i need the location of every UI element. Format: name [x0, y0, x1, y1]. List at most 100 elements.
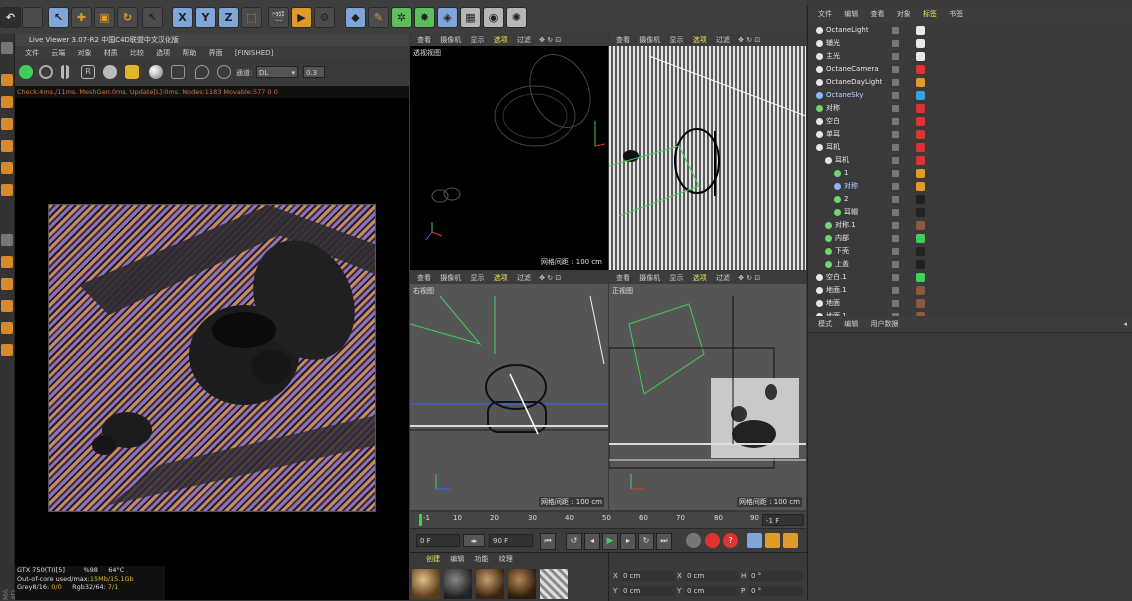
viewport-nav-icons[interactable]: ✥ ↻ ⊡ [539, 36, 561, 44]
rotate-tool-icon[interactable]: ↻ [117, 7, 138, 28]
visibility-toggle[interactable] [892, 209, 899, 216]
x-axis-icon[interactable]: X [172, 7, 193, 28]
viewport-right[interactable]: 查看 摄像机 显示 选项 过滤 ✥ ↻ ⊡ 右视图 网格间距 : 100 cm [410, 272, 608, 510]
attr-menu-userdata[interactable]: 用户数据 [870, 320, 898, 328]
key-move-icon[interactable] [747, 533, 762, 548]
texture-mode-icon[interactable] [1, 96, 13, 108]
pick-white-balance-icon[interactable] [217, 65, 231, 79]
deformer-icon[interactable]: ◈ [437, 7, 458, 28]
vp-menu-filter[interactable]: 过滤 [716, 274, 730, 282]
vp-menu-filter[interactable]: 过滤 [716, 36, 730, 44]
object-row[interactable]: 空白 [808, 115, 1132, 128]
cube-icon[interactable]: ◆ [345, 7, 366, 28]
next-frame-icon[interactable]: ▸ [620, 533, 636, 550]
scale-tool-icon[interactable]: ▣ [94, 7, 115, 28]
visibility-toggle[interactable] [892, 53, 899, 60]
vp-menu-options[interactable]: 选项 [494, 36, 508, 44]
mat-tab-edit[interactable]: 编辑 [450, 555, 464, 563]
z-axis-icon[interactable]: Z [218, 7, 239, 28]
attr-arrow-icon[interactable]: ◂ [1123, 316, 1127, 332]
paint-icon[interactable] [1, 344, 13, 356]
material-ball-icon[interactable] [149, 65, 163, 79]
viewport-nav-icons[interactable]: ✥ ↻ ⊡ [738, 274, 760, 282]
end-frame-field[interactable]: 90 F [489, 534, 533, 547]
vp-menu-camera[interactable]: 摄像机 [440, 274, 461, 282]
tag-icon[interactable] [916, 156, 925, 165]
clay-mode-icon[interactable] [171, 65, 185, 79]
camera-icon[interactable]: ◉ [483, 7, 504, 28]
om-menu-view[interactable]: 查看 [870, 10, 884, 18]
vp-menu-display[interactable]: 显示 [470, 274, 484, 282]
tag-icon[interactable] [916, 143, 925, 152]
tag-icon[interactable] [916, 78, 925, 87]
object-row[interactable]: 下壳 [808, 245, 1132, 258]
lock-icon[interactable] [125, 65, 139, 79]
object-row[interactable]: 内部 [808, 232, 1132, 245]
visibility-toggle[interactable] [892, 248, 899, 255]
visibility-toggle[interactable] [892, 144, 899, 151]
object-row[interactable]: 上盖 [808, 258, 1132, 271]
visibility-toggle[interactable] [892, 27, 899, 34]
attr-menu-edit[interactable]: 编辑 [844, 320, 858, 328]
pause-icon[interactable] [61, 65, 69, 79]
lv-menu-options[interactable]: 选项 [156, 49, 170, 57]
pen-icon[interactable]: ✎ [368, 7, 389, 28]
vp-menu-view[interactable]: 查看 [417, 36, 431, 44]
floor-icon[interactable]: ▦ [460, 7, 481, 28]
settings-gear-icon[interactable] [103, 65, 117, 79]
vp-menu-view[interactable]: 查看 [616, 36, 630, 44]
visibility-toggle[interactable] [892, 157, 899, 164]
mat-tab-create[interactable]: 创建 [426, 555, 440, 563]
current-frame-field[interactable]: -1 F [762, 514, 804, 526]
tag-icon[interactable] [916, 65, 925, 74]
material-swatch[interactable] [444, 569, 472, 599]
tag-icon[interactable] [916, 260, 925, 269]
record-icon[interactable] [705, 533, 720, 548]
pick-focus-icon[interactable] [195, 65, 209, 79]
viewport-top[interactable]: 查看 摄像机 显示 选项 过滤 ✥ ↻ ⊡ [609, 34, 806, 270]
object-row[interactable]: 耳机 [808, 141, 1132, 154]
object-row[interactable]: 对称.1 [808, 219, 1132, 232]
key-scale-icon[interactable] [765, 533, 780, 548]
tag-icon[interactable] [916, 299, 925, 308]
vp-menu-display[interactable]: 显示 [669, 36, 683, 44]
axis-mode-icon[interactable] [1, 184, 13, 196]
visibility-toggle[interactable] [892, 300, 899, 307]
go-to-end-icon[interactable]: ⏭ [656, 533, 672, 550]
mat-tab-texture[interactable]: 纹理 [499, 555, 513, 563]
timeline-ruler[interactable]: -1 10 20 30 40 50 60 70 80 90 -1 F [410, 512, 806, 528]
vp-menu-view[interactable]: 查看 [417, 274, 431, 282]
object-row[interactable]: 主光 [808, 50, 1132, 63]
object-row[interactable]: 2 [808, 193, 1132, 206]
lv-menu-file[interactable]: 文件 [25, 49, 39, 57]
vp-menu-display[interactable]: 显示 [470, 36, 484, 44]
visibility-toggle[interactable] [892, 79, 899, 86]
play-icon[interactable]: ▶ [602, 533, 618, 550]
coord-field[interactable]: 0 ° [749, 586, 803, 596]
visibility-toggle[interactable] [892, 183, 899, 190]
viewport-perspective[interactable]: 查看 摄像机 显示 选项 过滤 ✥ ↻ ⊡ 透视视图 网格间距 : 100 cm [410, 34, 608, 270]
magnet-icon[interactable] [1, 300, 13, 312]
go-to-start-icon[interactable]: ⏮ [540, 533, 556, 550]
render-settings-icon[interactable]: ⚙ [314, 7, 335, 28]
object-row[interactable]: OctaneCamera [808, 63, 1132, 76]
visibility-toggle[interactable] [892, 222, 899, 229]
vp-menu-camera[interactable]: 摄像机 [639, 274, 660, 282]
visibility-toggle[interactable] [892, 235, 899, 242]
tag-icon[interactable] [916, 247, 925, 256]
vp-menu-filter[interactable]: 过滤 [517, 274, 531, 282]
lv-menu-compare[interactable]: 比较 [130, 49, 144, 57]
object-row[interactable]: 地面 [808, 297, 1132, 310]
object-row[interactable]: 辅光 [808, 37, 1132, 50]
restart-render-icon[interactable] [39, 65, 53, 79]
lv-menu-objects[interactable]: 对象 [77, 49, 91, 57]
om-menu-file[interactable]: 文件 [818, 10, 832, 18]
visibility-toggle[interactable] [892, 118, 899, 125]
tag-icon[interactable] [916, 26, 925, 35]
model-mode-icon[interactable] [1, 74, 13, 86]
lv-menu-interface[interactable]: 界面 [209, 49, 223, 57]
make-editable-icon[interactable] [1, 42, 13, 54]
mat-tab-function[interactable]: 功能 [474, 555, 488, 563]
visibility-toggle[interactable] [892, 196, 899, 203]
visibility-toggle[interactable] [892, 105, 899, 112]
